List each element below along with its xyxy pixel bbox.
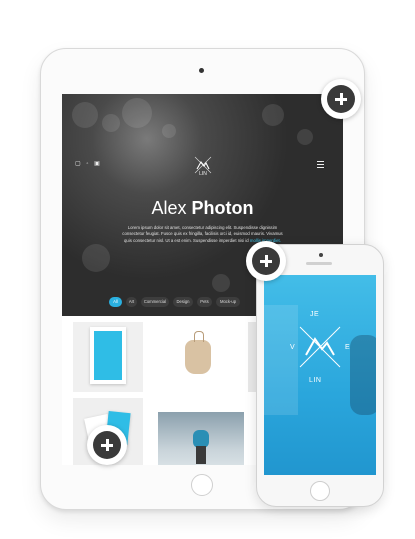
plus-icon: [252, 247, 280, 275]
poster-artwork: [94, 331, 122, 380]
hero-title: Alex Photon: [62, 198, 343, 219]
phone-bg-person: [350, 335, 376, 415]
plus-icon: [93, 431, 121, 459]
plus-icon: [327, 85, 355, 113]
gallery-item-snow[interactable]: [158, 412, 244, 465]
logo-letters-left: V: [290, 344, 296, 351]
logo-letters-top: JE: [310, 311, 320, 318]
phone-screen: JE V E LIN: [264, 275, 376, 475]
menu-icon[interactable]: [317, 161, 324, 168]
tablet-home-button[interactable]: [191, 474, 213, 496]
bokeh-light: [72, 102, 98, 128]
bokeh-light: [297, 129, 313, 145]
gallery-item-bag[interactable]: [158, 322, 244, 392]
tablet-camera: [199, 68, 204, 73]
filter-mockup[interactable]: Mock-up: [216, 297, 240, 307]
bag-image: [185, 340, 211, 374]
filter-design[interactable]: Design: [173, 297, 193, 307]
snow-person-legs: [196, 446, 206, 464]
hero-title-light: Alex: [151, 198, 187, 218]
logo-text: LIN: [199, 171, 207, 177]
mountain-logo-icon[interactable]: [292, 319, 348, 375]
logo-letters-bottom: LIN: [309, 377, 322, 384]
phone-camera: [319, 253, 323, 257]
bokeh-light: [262, 104, 284, 126]
bokeh-light: [162, 124, 176, 138]
social-icons[interactable]: ▢ ◦ ▣: [75, 160, 102, 167]
gallery-item-poster[interactable]: [73, 322, 143, 392]
filter-commercial[interactable]: Commercial: [141, 297, 169, 307]
bag-string: [194, 331, 204, 342]
filter-pets[interactable]: Pets: [197, 297, 212, 307]
add-button-tablet[interactable]: [321, 79, 361, 119]
filter-art[interactable]: Art: [126, 297, 137, 307]
bokeh-light: [122, 98, 152, 128]
hero-title-bold: Photon: [191, 198, 254, 218]
poster-frame: [90, 327, 126, 384]
logo-letters-right: E: [345, 344, 351, 351]
bokeh-light: [82, 244, 110, 272]
add-button-phone[interactable]: [246, 241, 286, 281]
bokeh-light: [102, 114, 120, 132]
add-button-gallery[interactable]: [87, 425, 127, 465]
phone-device: JE V E LIN: [256, 244, 384, 507]
phone-speaker: [306, 262, 332, 265]
bokeh-light: [212, 274, 230, 292]
filter-all[interactable]: All: [109, 297, 122, 307]
phone-home-button[interactable]: [310, 481, 330, 501]
